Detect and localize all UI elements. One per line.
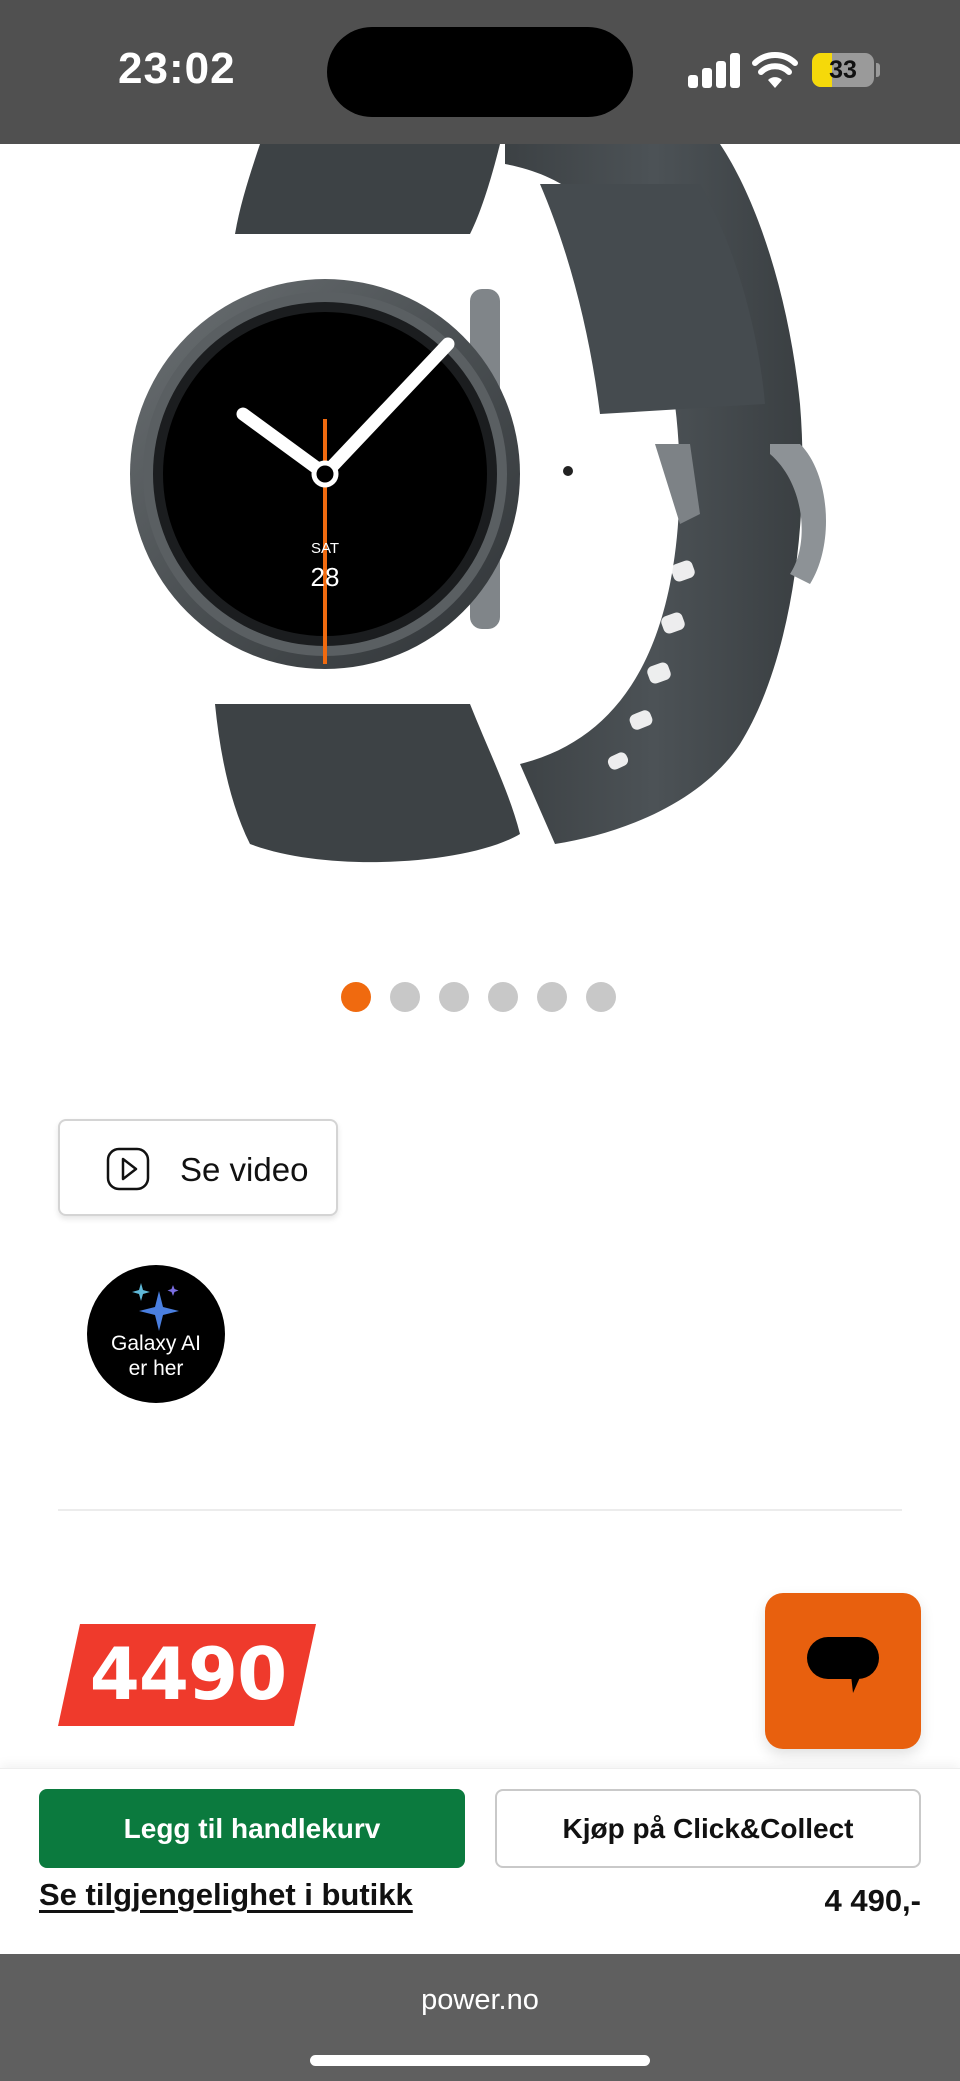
section-divider: [58, 1509, 902, 1511]
chat-button[interactable]: [765, 1593, 921, 1749]
see-video-label: Se video: [180, 1151, 309, 1188]
see-video-button[interactable]: Se video: [58, 1119, 338, 1216]
galaxy-ai-line1: Galaxy AI: [111, 1332, 201, 1355]
url-text[interactable]: power.no: [0, 1984, 960, 2017]
carousel-dot-5[interactable]: [537, 982, 567, 1012]
cellular-signal-icon: [688, 52, 740, 88]
browser-address-bar: power.no: [0, 1954, 960, 2081]
sparkles-icon: [132, 1283, 179, 1331]
price-display: 4 490,-: [824, 1883, 921, 1918]
carousel-dot-2[interactable]: [390, 982, 420, 1012]
galaxy-ai-line2: er her: [128, 1357, 184, 1380]
price-tag: 4490: [58, 1624, 316, 1726]
carousel-dot-4[interactable]: [488, 982, 518, 1012]
carousel-dot-3[interactable]: [439, 982, 469, 1012]
carousel-dot-1[interactable]: [341, 982, 371, 1012]
galaxy-ai-badge[interactable]: Galaxy AI er her: [87, 1265, 225, 1403]
click-collect-button[interactable]: Kjøp på Click&Collect: [495, 1789, 921, 1868]
carousel-dots: [341, 982, 616, 1012]
wifi-icon: [752, 52, 798, 88]
play-icon: [106, 1147, 150, 1191]
status-bar: 23:02 33: [0, 0, 960, 144]
product-image-watch[interactable]: SAT 28: [0, 144, 960, 904]
dynamic-island: [327, 27, 633, 117]
carousel-dot-6[interactable]: [586, 982, 616, 1012]
battery-level: 33: [829, 56, 857, 84]
price-tag-value: 4490: [89, 1632, 287, 1716]
store-availability-link[interactable]: Se tilgjengelighet i butikk: [39, 1877, 413, 1913]
status-time: 23:02: [118, 44, 236, 93]
battery-cap: [876, 63, 880, 77]
watch-date: 28: [311, 562, 340, 592]
purchase-action-panel: Legg til handlekurv Kjøp på Click&Collec…: [0, 1768, 960, 1954]
chat-bubble-icon: [807, 1637, 879, 1693]
add-to-cart-button[interactable]: Legg til handlekurv: [39, 1789, 465, 1868]
watch-day: SAT: [311, 540, 339, 557]
home-indicator[interactable]: [310, 2055, 650, 2066]
battery-icon: 33: [812, 53, 874, 87]
